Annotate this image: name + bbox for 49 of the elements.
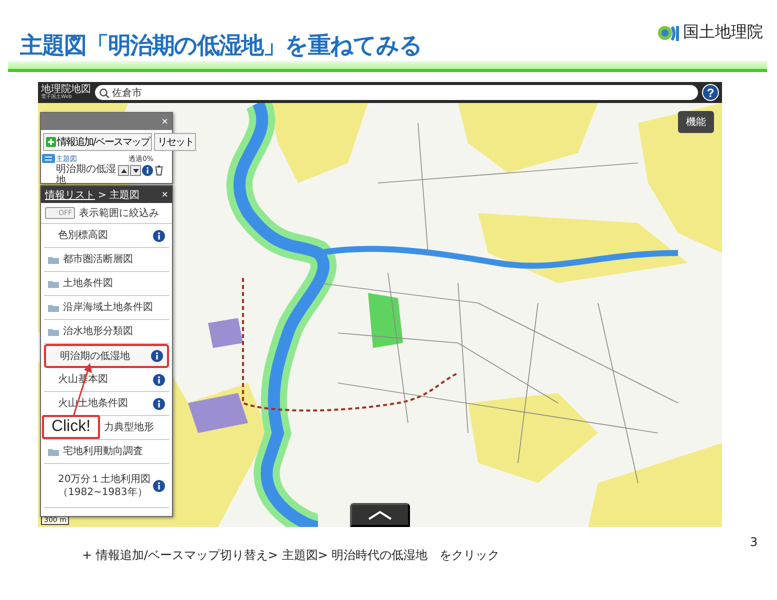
- search-field[interactable]: 佐倉市: [95, 85, 698, 100]
- item-label: 沿岸海域土地条件図: [63, 301, 153, 314]
- slide-title: 主題図「明治期の低湿地」を重ねてみる: [20, 32, 422, 61]
- item-note: （1982~1983年）: [58, 486, 148, 498]
- info-icon[interactable]: [153, 374, 165, 386]
- item-label: 宅地利用動向調査: [63, 445, 143, 458]
- info-icon[interactable]: [142, 165, 153, 176]
- folder-icon: [48, 279, 59, 288]
- function-button[interactable]: 機能: [678, 111, 714, 133]
- item-label: 力典型地形: [104, 421, 154, 434]
- item-label: 土地条件図: [63, 277, 113, 290]
- breadcrumb-link[interactable]: 情報リスト: [45, 188, 95, 202]
- close-button[interactable]: ×: [162, 188, 168, 200]
- item-label: 都市圏活断層図: [63, 253, 133, 266]
- page-number: 3: [750, 535, 758, 549]
- triangle-up-icon: [120, 168, 128, 174]
- info-icon[interactable]: [153, 480, 165, 492]
- slide-caption: + 情報追加/ベースマップ切り替え> 主題図> 明治時代の低湿地 をクリック: [82, 547, 500, 564]
- folder-icon: [48, 327, 59, 336]
- close-button[interactable]: ×: [162, 116, 168, 128]
- chevron-up-icon: [368, 510, 392, 520]
- folder-icon: [48, 303, 59, 312]
- add-info-button[interactable]: 情報追加/ベースマップ: [43, 133, 152, 151]
- item-label: 明治期の低湿地: [60, 350, 130, 362]
- info-icon[interactable]: [153, 230, 165, 242]
- logo-text: 国土地理院: [683, 22, 763, 43]
- plus-icon: [46, 137, 56, 147]
- reset-button[interactable]: リセット: [154, 133, 196, 151]
- item-label: 治水地形分類図: [63, 325, 133, 338]
- layers-icon[interactable]: [42, 154, 55, 163]
- search-icon: [99, 88, 109, 98]
- help-button[interactable]: ?: [702, 84, 719, 101]
- trash-icon[interactable]: [154, 165, 164, 176]
- folder-icon: [48, 255, 59, 264]
- click-tooltip: Click!: [42, 415, 100, 439]
- info-icon[interactable]: [151, 350, 163, 362]
- list-item[interactable]: 明治期の低湿地: [44, 344, 169, 368]
- item-label: 20万分１土地利用図: [58, 472, 151, 486]
- item-label: 色別標高図: [58, 229, 108, 242]
- move-up-button[interactable]: [118, 165, 129, 176]
- folder-icon: [48, 447, 59, 456]
- move-down-button[interactable]: [130, 165, 141, 176]
- breadcrumb-text: > 主題図: [98, 188, 140, 202]
- filter-label: 表示範囲に絞込み: [79, 206, 159, 220]
- expand-button[interactable]: [350, 503, 410, 527]
- triangle-down-icon: [132, 168, 140, 174]
- info-icon[interactable]: [153, 398, 165, 410]
- brand-name: 地理院地図: [41, 85, 91, 95]
- logo-icon: [657, 24, 680, 42]
